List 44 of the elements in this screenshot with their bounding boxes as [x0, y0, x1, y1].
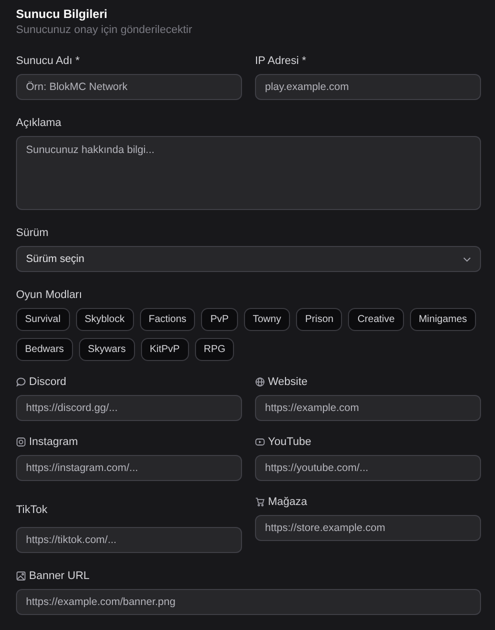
camera-icon — [16, 437, 26, 447]
field-label: Discord — [29, 375, 66, 389]
game-mode-chip[interactable]: Factions — [140, 308, 196, 331]
section-title: Sunucu Bilgileri — [16, 6, 108, 22]
globe-icon — [255, 377, 265, 387]
url-field[interactable]: https://tiktok.com/... — [16, 527, 242, 553]
game-mode-chip[interactable]: Prison — [296, 308, 342, 331]
chat-bubble-icon — [16, 377, 26, 387]
field-label: IP Adresi * — [255, 54, 308, 68]
url-field[interactable]: https://youtube.com/... — [255, 455, 481, 481]
field-label: YouTube — [268, 435, 312, 449]
section-subtitle: Sunucunuz onay için gönderilecektir — [16, 23, 194, 38]
version-dropdown[interactable]: Sürüm seçin — [16, 246, 481, 272]
game-mode-chip[interactable]: PvP — [201, 308, 238, 331]
field-label: Website — [268, 375, 308, 389]
game-mode-chip[interactable]: Towny — [244, 308, 290, 331]
game-mode-chip[interactable]: Minigames — [410, 308, 476, 331]
video-play-icon — [255, 437, 265, 447]
server-name-field[interactable]: Örn: BlokMC Network — [16, 74, 242, 100]
field-label: Oyun Modları — [16, 288, 84, 302]
game-mode-chip[interactable]: Survival — [16, 308, 70, 331]
game-mode-chip[interactable]: Bedwars — [16, 338, 73, 361]
game-mode-chip[interactable]: Creative — [348, 308, 404, 331]
chevron-down-icon — [463, 256, 471, 262]
field-label: Sunucu Adı * — [16, 54, 81, 68]
url-field[interactable]: https://instagram.com/... — [16, 455, 242, 481]
field-label: Sürüm — [16, 226, 50, 240]
game-mode-chip[interactable]: RPG — [194, 338, 234, 361]
cart-icon — [255, 497, 265, 507]
field-label: Açıklama — [16, 116, 62, 130]
description-field[interactable]: Sunucunuz hakkında bilgi... — [16, 136, 481, 210]
banner-url-field[interactable]: https://example.com/banner.png — [16, 589, 481, 615]
field-label: Mağaza — [268, 495, 308, 509]
field-label: Instagram — [29, 435, 78, 449]
image-icon — [16, 571, 26, 581]
url-field[interactable]: https://discord.gg/... — [16, 395, 242, 421]
field-label: Banner URL — [29, 569, 90, 583]
game-mode-chip[interactable]: Skywars — [78, 338, 135, 361]
url-field[interactable]: https://example.com — [255, 395, 481, 421]
field-label: TikTok — [16, 503, 48, 517]
ip-address-field[interactable]: play.example.com — [255, 74, 481, 100]
url-field[interactable]: https://store.example.com — [255, 515, 481, 541]
game-mode-chip[interactable]: Skyblock — [76, 308, 134, 331]
game-mode-chip[interactable]: KitPvP — [140, 338, 189, 361]
